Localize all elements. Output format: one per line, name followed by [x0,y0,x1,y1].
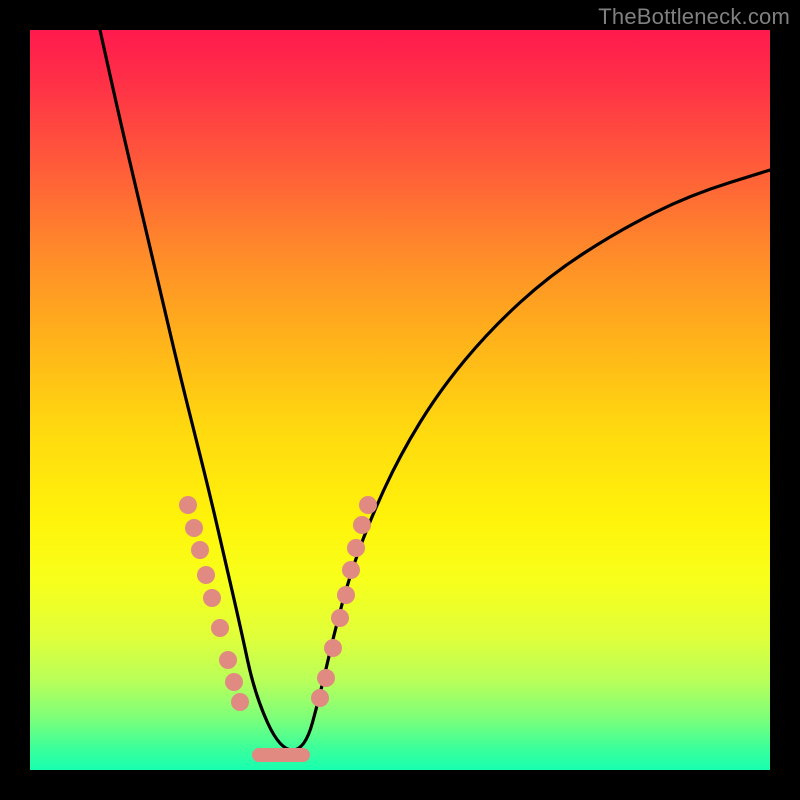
data-dot [225,673,243,691]
data-dot [231,693,249,711]
minimum-bar [252,748,310,762]
data-dot [219,651,237,669]
data-dot [185,519,203,537]
data-dot [179,496,197,514]
data-dot [342,561,360,579]
data-dot [353,516,371,534]
data-dot [311,689,329,707]
data-dot [337,586,355,604]
right-arm-dots [311,496,377,707]
data-dot [197,566,215,584]
data-dot [324,639,342,657]
data-dot [211,619,229,637]
data-dot [317,669,335,687]
data-dot [331,609,349,627]
data-dot [347,539,365,557]
data-dot [359,496,377,514]
curve-layer [30,30,770,770]
v-curve [100,30,770,750]
data-dot [203,589,221,607]
watermark-text: TheBottleneck.com [598,4,790,30]
data-dot [191,541,209,559]
left-arm-dots [179,496,249,711]
chart-frame: TheBottleneck.com [0,0,800,800]
plot-area [30,30,770,770]
